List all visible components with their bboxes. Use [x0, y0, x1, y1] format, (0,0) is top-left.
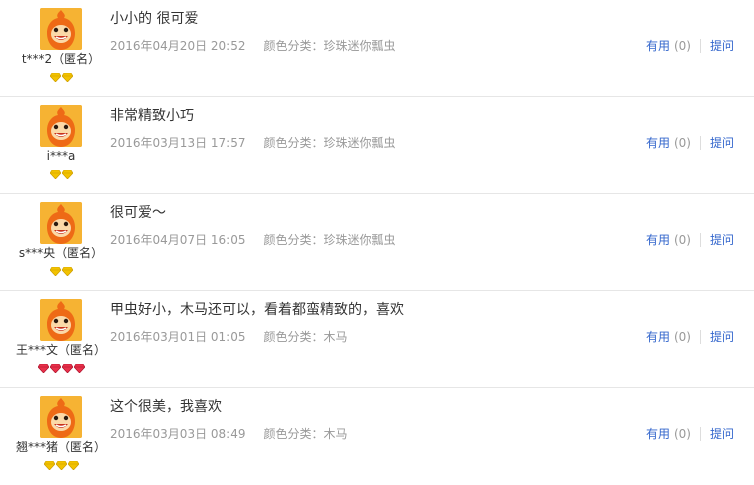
- review-sku: 颜色分类：珍珠迷你瓢虫: [263, 233, 396, 247]
- review-text: 非常精致小巧: [110, 108, 194, 124]
- reviewer-level-badges: [6, 166, 116, 180]
- red-diamond-icon: [73, 362, 85, 374]
- review-sku: 颜色分类：木马: [263, 427, 348, 441]
- action-divider: [699, 233, 701, 247]
- action-divider: [699, 330, 701, 344]
- ask-question-button[interactable]: 提问: [710, 427, 734, 441]
- gold-diamond-icon: [61, 265, 73, 277]
- avatar[interactable]: [40, 202, 82, 244]
- action-divider: [699, 136, 701, 150]
- useful-button[interactable]: 有用: [646, 39, 670, 53]
- review-item: i***a 非常精致小巧 2016年03月13日 17:57 颜色分类：珍珠迷你瓢虫 有…: [0, 97, 754, 194]
- gold-diamond-icon: [67, 459, 79, 471]
- useful-button[interactable]: 有用: [646, 136, 670, 150]
- reviewer-info: s***央（匿名）: [6, 202, 116, 277]
- review-meta: 2016年04月20日 20:52 颜色分类：珍珠迷你瓢虫: [110, 38, 396, 54]
- review-actions: 有用 (0) 提问: [646, 329, 734, 345]
- reviewer-level-badges: [6, 360, 116, 374]
- review-actions: 有用 (0) 提问: [646, 135, 734, 151]
- review-item: 翘***猪（匿名） 这个很美，我喜欢 2016年03月03日 08:49 颜色分类：木…: [0, 388, 754, 485]
- useful-count: (0): [673, 39, 691, 53]
- reviewer-info: i***a: [6, 105, 116, 180]
- gold-diamond-icon: [49, 168, 61, 180]
- reviewer-level-badges: [6, 69, 116, 83]
- gold-diamond-icon: [55, 459, 67, 471]
- review-text: 小小的 很可爱: [110, 11, 199, 27]
- review-actions: 有用 (0) 提问: [646, 426, 734, 442]
- useful-count: (0): [673, 233, 691, 247]
- gold-diamond-icon: [43, 459, 55, 471]
- avatar[interactable]: [40, 396, 82, 438]
- gold-diamond-icon: [61, 168, 73, 180]
- review-meta: 2016年03月03日 08:49 颜色分类：木马: [110, 426, 348, 442]
- review-text: 这个很美，我喜欢: [110, 399, 222, 415]
- review-sku: 颜色分类：木马: [263, 330, 348, 344]
- useful-button[interactable]: 有用: [646, 233, 670, 247]
- ask-question-button[interactable]: 提问: [710, 136, 734, 150]
- reviewer-name: s***央（匿名）: [18, 246, 104, 260]
- review-actions: 有用 (0) 提问: [646, 38, 734, 54]
- review-date: 2016年03月13日 17:57: [110, 136, 246, 150]
- avatar[interactable]: [40, 299, 82, 341]
- useful-count: (0): [673, 136, 691, 150]
- ask-question-button[interactable]: 提问: [710, 330, 734, 344]
- red-diamond-icon: [37, 362, 49, 374]
- review-item: 王***文（匿名） 甲虫好小，木马还可以，看着都蛮精致的，喜欢 2016年03月01…: [0, 291, 754, 388]
- useful-button[interactable]: 有用: [646, 330, 670, 344]
- red-diamond-icon: [61, 362, 73, 374]
- review-date: 2016年04月07日 16:05: [110, 233, 246, 247]
- gold-diamond-icon: [61, 71, 73, 83]
- useful-count: (0): [673, 330, 691, 344]
- gold-diamond-icon: [49, 265, 61, 277]
- reviewer-info: t***2（匿名）: [6, 8, 116, 83]
- reviewer-info: 王***文（匿名）: [6, 299, 116, 374]
- review-actions: 有用 (0) 提问: [646, 232, 734, 248]
- red-diamond-icon: [49, 362, 61, 374]
- useful-button[interactable]: 有用: [646, 427, 670, 441]
- reviewer-name: 翘***猪（匿名）: [15, 440, 106, 454]
- reviewer-level-badges: [6, 263, 116, 277]
- reviewer-level-badges: [6, 457, 116, 471]
- review-sku: 颜色分类：珍珠迷你瓢虫: [263, 39, 396, 53]
- action-divider: [699, 427, 701, 441]
- avatar[interactable]: [40, 8, 82, 50]
- review-meta: 2016年03月13日 17:57 颜色分类：珍珠迷你瓢虫: [110, 135, 396, 151]
- reviewer-name: i***a: [46, 149, 76, 163]
- review-date: 2016年04月20日 20:52: [110, 39, 246, 53]
- review-sku: 颜色分类：珍珠迷你瓢虫: [263, 136, 396, 150]
- reviewer-info: 翘***猪（匿名）: [6, 396, 116, 471]
- review-date: 2016年03月01日 01:05: [110, 330, 246, 344]
- review-meta: 2016年04月07日 16:05 颜色分类：珍珠迷你瓢虫: [110, 232, 396, 248]
- reviewer-name: t***2（匿名）: [21, 52, 101, 66]
- review-meta: 2016年03月01日 01:05 颜色分类：木马: [110, 329, 348, 345]
- review-date: 2016年03月03日 08:49: [110, 427, 246, 441]
- ask-question-button[interactable]: 提问: [710, 233, 734, 247]
- action-divider: [699, 39, 701, 53]
- reviewer-name: 王***文（匿名）: [15, 343, 106, 357]
- gold-diamond-icon: [49, 71, 61, 83]
- review-text: 甲虫好小，木马还可以，看着都蛮精致的，喜欢: [110, 302, 404, 318]
- avatar[interactable]: [40, 105, 82, 147]
- useful-count: (0): [673, 427, 691, 441]
- review-item: s***央（匿名） 很可爱～ 2016年04月07日 16:05 颜色分类：珍珠迷你瓢…: [0, 194, 754, 291]
- review-text: 很可爱～: [110, 205, 166, 221]
- ask-question-button[interactable]: 提问: [710, 39, 734, 53]
- review-item: t***2（匿名） 小小的 很可爱 2016年04月20日 20:52 颜色分类：珍珠…: [0, 0, 754, 97]
